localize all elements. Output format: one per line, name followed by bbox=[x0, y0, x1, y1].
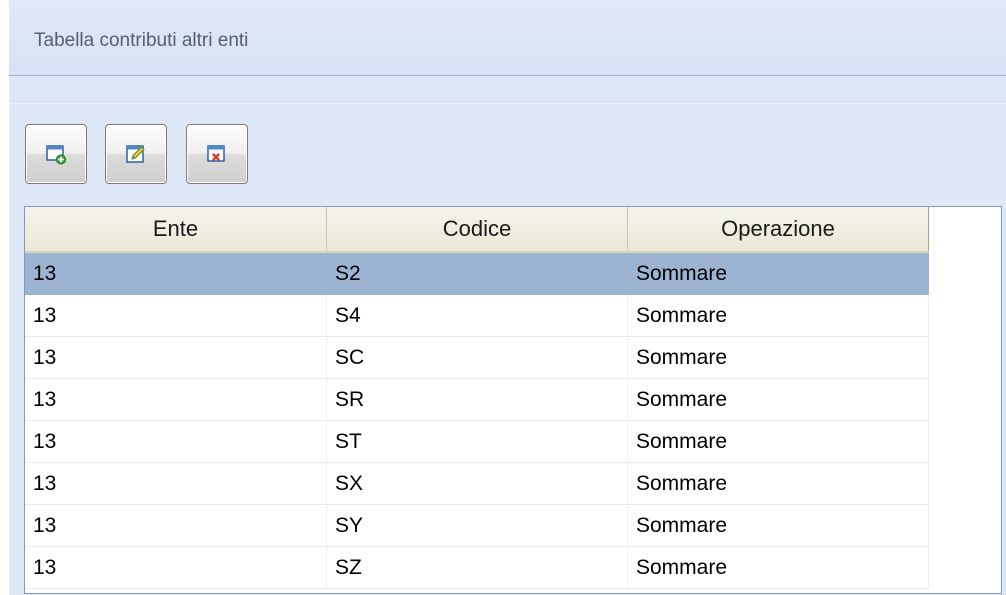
cell-codice: ST bbox=[327, 421, 628, 462]
cell-codice: SC bbox=[327, 337, 628, 378]
cell-codice: SR bbox=[327, 379, 628, 420]
cell-codice: S4 bbox=[327, 295, 628, 336]
cell-operazione: Sommare bbox=[628, 547, 929, 588]
column-header-codice[interactable]: Codice bbox=[327, 207, 628, 251]
window-title: Tabella contributi altri enti bbox=[34, 30, 249, 51]
table-body: 13 S2 Sommare 13 S4 Sommare 13 SC Sommar… bbox=[25, 253, 929, 589]
cell-ente: 13 bbox=[25, 337, 327, 378]
cell-ente: 13 bbox=[25, 253, 327, 294]
cell-ente: 13 bbox=[25, 295, 327, 336]
cell-codice: SY bbox=[327, 505, 628, 546]
cell-codice: S2 bbox=[327, 253, 628, 294]
cell-operazione: Sommare bbox=[628, 421, 929, 462]
table-row[interactable]: 13 SX Sommare bbox=[25, 463, 929, 505]
cell-operazione: Sommare bbox=[628, 253, 929, 294]
delete-button[interactable] bbox=[186, 124, 248, 184]
add-button[interactable] bbox=[25, 124, 87, 184]
delete-record-icon bbox=[207, 145, 225, 162]
cell-codice: SZ bbox=[327, 547, 628, 588]
cell-ente: 13 bbox=[25, 421, 327, 462]
cell-codice: SX bbox=[327, 463, 628, 504]
cell-ente: 13 bbox=[25, 547, 327, 588]
table-header: Ente Codice Operazione bbox=[25, 207, 929, 253]
column-header-ente[interactable]: Ente bbox=[25, 207, 327, 251]
table-row[interactable]: 13 S4 Sommare bbox=[25, 295, 929, 337]
table-row[interactable]: 13 SY Sommare bbox=[25, 505, 929, 547]
cell-operazione: Sommare bbox=[628, 505, 929, 546]
contributions-table: Ente Codice Operazione 13 S2 Sommare 13 … bbox=[24, 206, 1002, 594]
cell-operazione: Sommare bbox=[628, 463, 929, 504]
column-header-operazione[interactable]: Operazione bbox=[628, 207, 929, 251]
title-bar: Tabella contributi altri enti bbox=[9, 0, 1006, 76]
table-row[interactable]: 13 SZ Sommare bbox=[25, 547, 929, 589]
table-row[interactable]: 13 ST Sommare bbox=[25, 421, 929, 463]
cell-operazione: Sommare bbox=[628, 337, 929, 378]
edit-button[interactable] bbox=[105, 124, 167, 184]
add-record-icon bbox=[46, 145, 67, 165]
cell-ente: 13 bbox=[25, 379, 327, 420]
edit-record-icon bbox=[126, 145, 145, 163]
cell-ente: 13 bbox=[25, 463, 327, 504]
table-row[interactable]: 13 SR Sommare bbox=[25, 379, 929, 421]
cell-operazione: Sommare bbox=[628, 379, 929, 420]
table-row[interactable]: 13 SC Sommare bbox=[25, 337, 929, 379]
table-row-selected[interactable]: 13 S2 Sommare bbox=[25, 253, 929, 295]
cell-operazione: Sommare bbox=[628, 295, 929, 336]
cell-ente: 13 bbox=[25, 505, 327, 546]
